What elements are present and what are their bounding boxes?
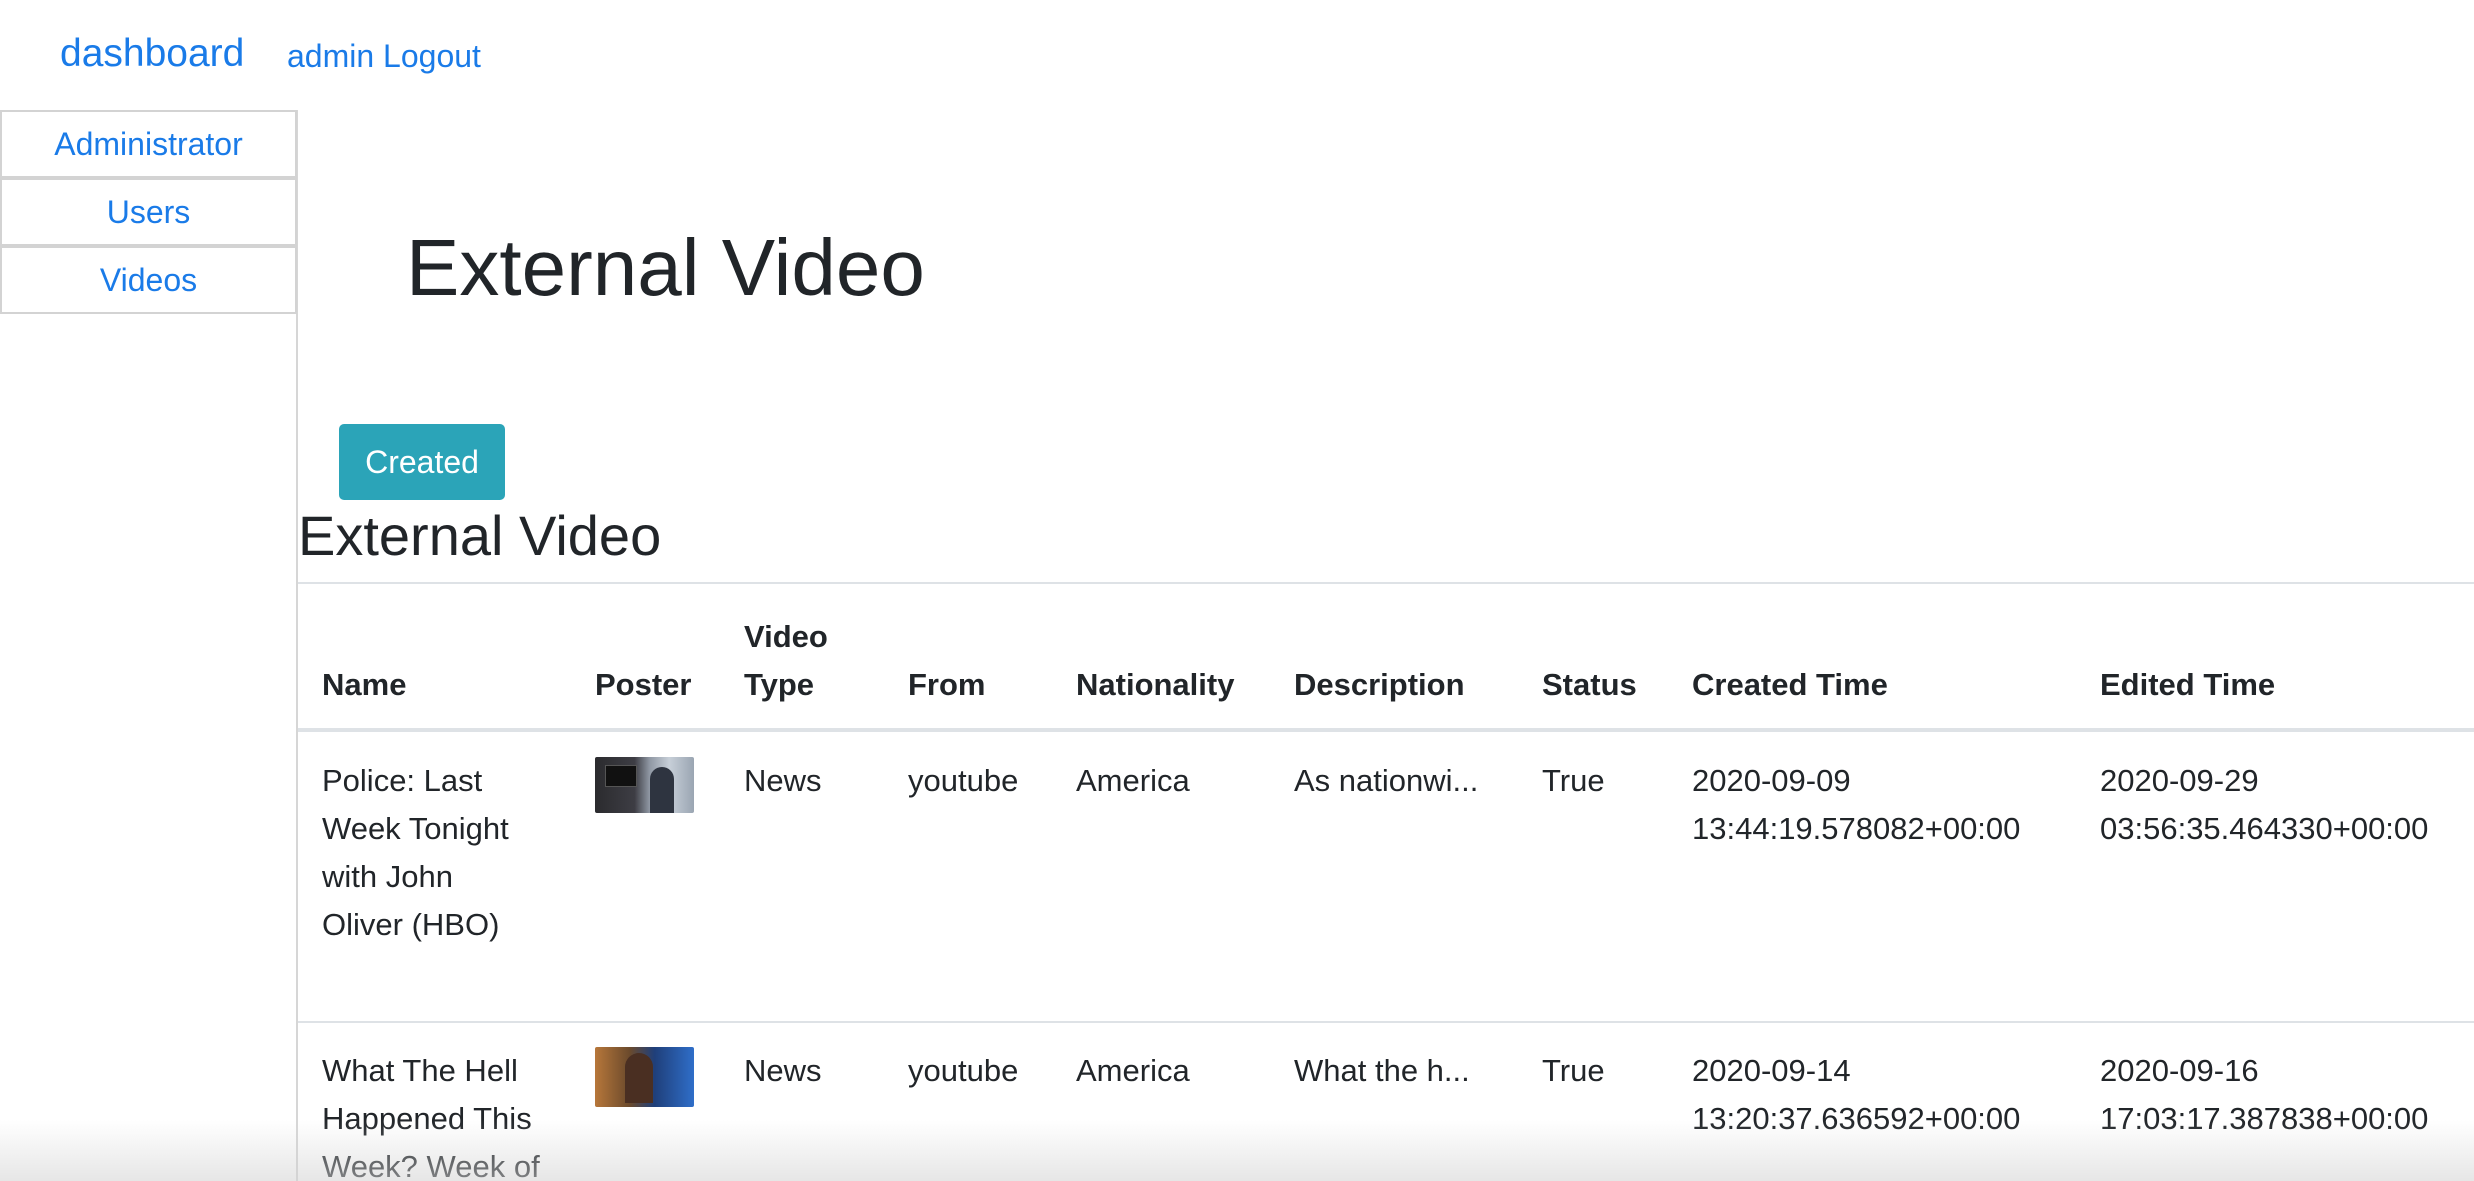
row-nationality: America [1076, 763, 1190, 798]
row-status: True [1542, 1053, 1605, 1088]
header-video-type-line1: Video [744, 619, 828, 654]
row-name-line: What The Hell [322, 1053, 518, 1088]
row-video-type: News [744, 1053, 822, 1088]
row-name-line: Week? Week of [322, 1149, 540, 1181]
thumbnail-screen-shape [605, 765, 637, 787]
thumbnail-person-shape [625, 1053, 653, 1103]
sidebar: Administrator Users Videos [0, 110, 298, 1181]
row-edited-date: 2020-09-16 [2100, 1053, 2259, 1088]
header-name: Name [322, 667, 407, 702]
sidebar-item-administrator[interactable]: Administrator [0, 110, 297, 178]
row-name-line: Week Tonight [322, 811, 509, 846]
row-created-clock: 13:20:37.636592+00:00 [1692, 1101, 2021, 1136]
header-nationality: Nationality [1076, 667, 1235, 702]
row-created-date: 2020-09-09 [1692, 763, 1851, 798]
header-created-time: Created Time [1692, 667, 1888, 702]
header-from: From [908, 667, 986, 702]
row-description: What the h... [1294, 1053, 1470, 1088]
table-top-border [298, 582, 2474, 584]
thumbnail-person-shape [650, 767, 674, 813]
row-from: youtube [908, 1053, 1019, 1088]
poster-thumbnail[interactable] [595, 757, 694, 813]
video-table: Name Poster Video Type From Nationality … [298, 582, 2474, 1181]
row-created-date: 2020-09-14 [1692, 1053, 1851, 1088]
table-row-border [298, 1021, 2474, 1023]
admin-logout-link[interactable]: admin Logout [287, 32, 481, 80]
created-button[interactable]: Created [339, 424, 505, 500]
row-name-line: Happened This [322, 1101, 532, 1136]
row-edited-clock: 03:56:35.464330+00:00 [2100, 811, 2429, 846]
row-name-line: Police: Last [322, 763, 483, 798]
page-title: External Video [406, 223, 925, 312]
row-edited-date: 2020-09-29 [2100, 763, 2259, 798]
row-status: True [1542, 763, 1605, 798]
sidebar-item-videos[interactable]: Videos [0, 246, 297, 314]
row-created-clock: 13:44:19.578082+00:00 [1692, 811, 2021, 846]
row-nationality: America [1076, 1053, 1190, 1088]
section-title: External Video [298, 504, 662, 567]
dashboard-link[interactable]: dashboard [60, 26, 244, 82]
top-navbar: dashboard admin Logout [0, 0, 2474, 110]
row-video-type: News [744, 763, 822, 798]
row-name-line: with John [322, 859, 453, 894]
row-edited-clock: 17:03:17.387838+00:00 [2100, 1101, 2429, 1136]
poster-thumbnail[interactable] [595, 1047, 694, 1107]
header-description: Description [1294, 667, 1465, 702]
sidebar-item-users[interactable]: Users [0, 178, 297, 246]
row-name-line: Oliver (HBO) [322, 907, 500, 942]
row-from: youtube [908, 763, 1019, 798]
row-description: As nationwi... [1294, 763, 1479, 798]
header-status: Status [1542, 667, 1637, 702]
header-video-type-line2: Type [744, 667, 815, 702]
header-edited-time: Edited Time [2100, 667, 2276, 702]
table-header-border [298, 728, 2474, 732]
header-poster: Poster [595, 667, 692, 702]
